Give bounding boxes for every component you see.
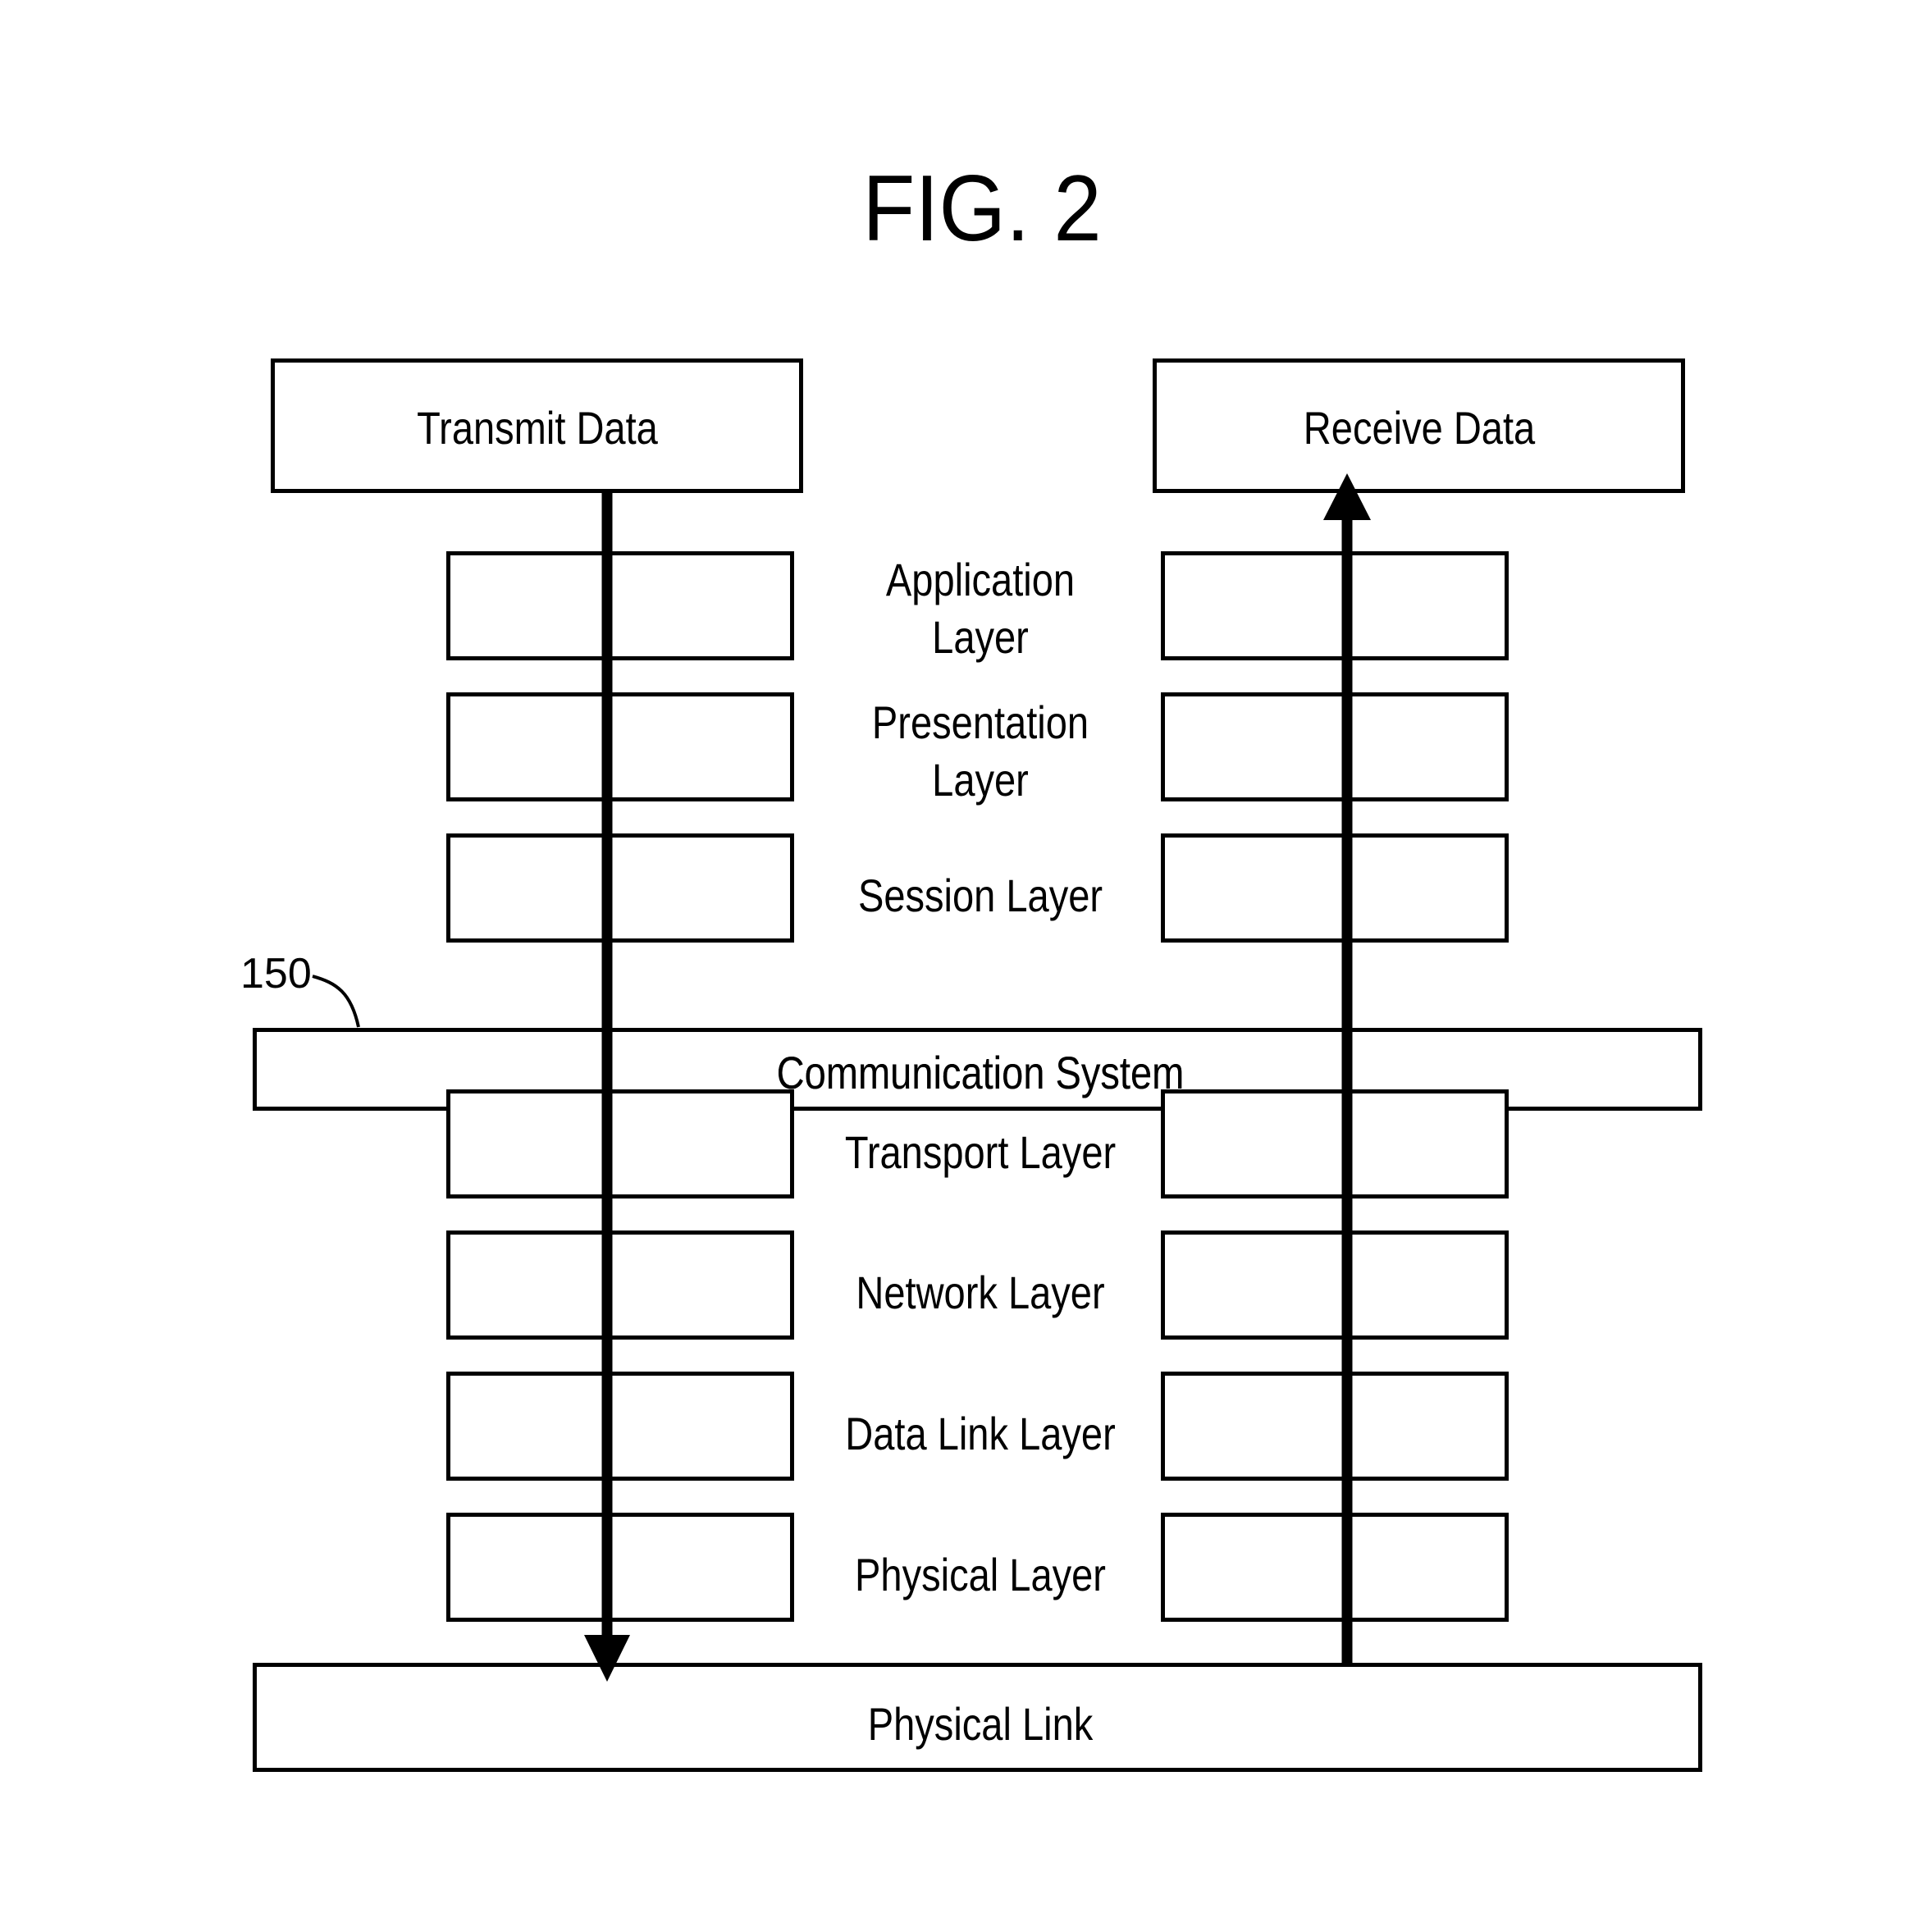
arrows-overlay (312, 473, 1371, 1682)
reference-leader-line (312, 975, 360, 1028)
transmit-arrowhead-icon (584, 1635, 630, 1682)
communication-system-label-overlay: Communication System (776, 1047, 1185, 1098)
receive-arrowhead-icon (1323, 473, 1371, 520)
